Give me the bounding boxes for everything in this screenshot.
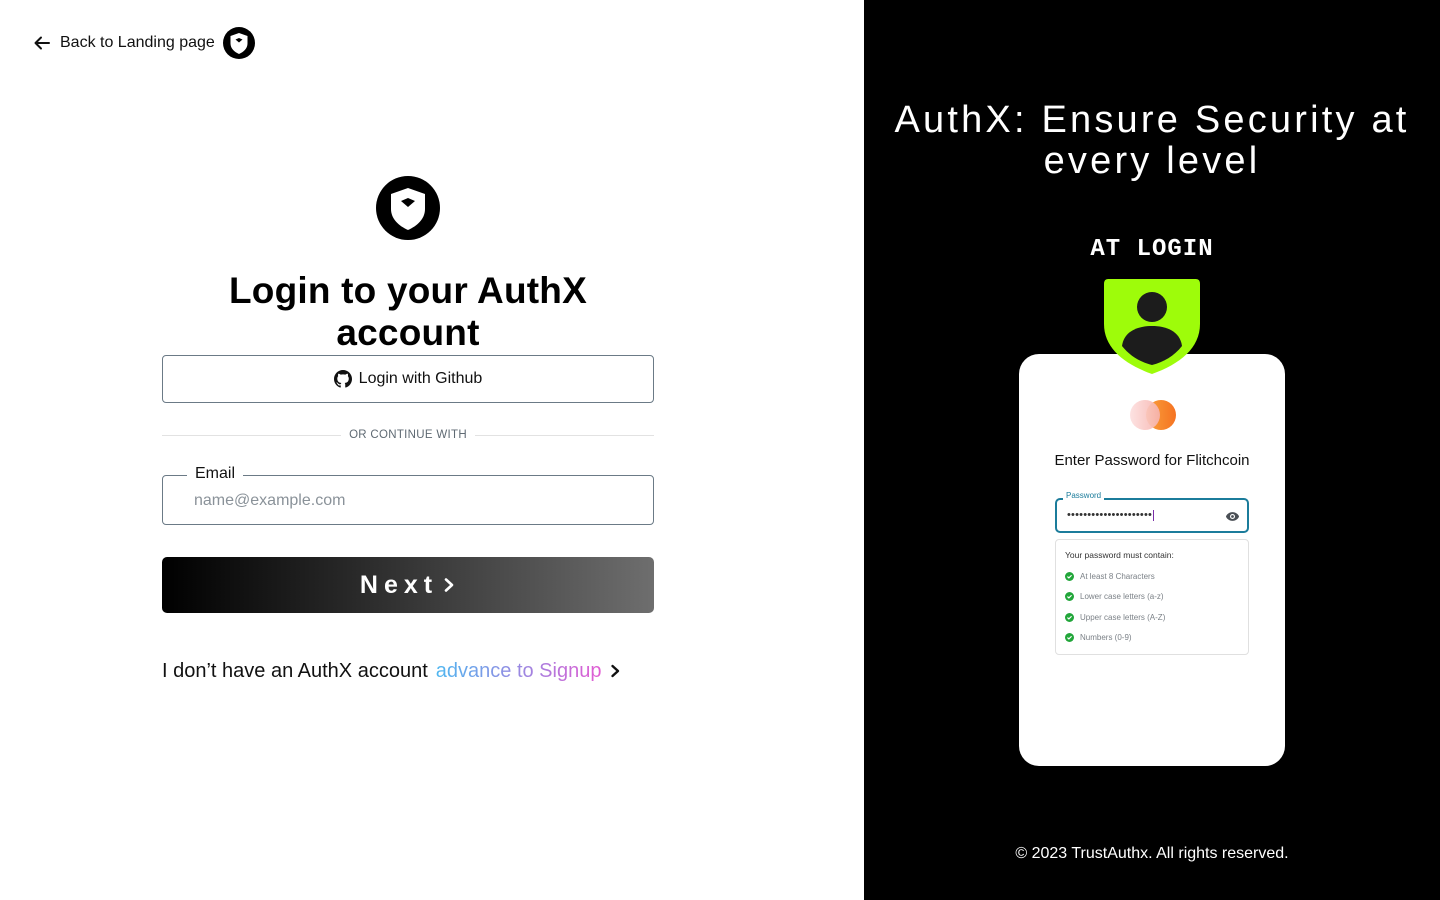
divider-line bbox=[474, 434, 654, 436]
coins-icon bbox=[1130, 400, 1176, 430]
github-icon bbox=[333, 370, 352, 388]
arrow-left-icon bbox=[32, 33, 52, 53]
divider-line bbox=[162, 434, 342, 436]
login-panel: Back to Landing page Login to your AuthX… bbox=[0, 0, 864, 900]
user-shield-icon bbox=[1104, 279, 1200, 374]
rule-item: Lower case letters (a-z) bbox=[1065, 590, 1164, 602]
email-input[interactable] bbox=[194, 490, 634, 512]
back-link-label: Back to Landing page bbox=[60, 34, 215, 51]
check-circle-icon bbox=[1065, 612, 1074, 622]
password-prompt: Enter Password for Flitchcoin bbox=[1054, 452, 1250, 469]
next-button-label: Next bbox=[359, 570, 439, 599]
rule-label: Lower case letters (a-z) bbox=[1080, 591, 1164, 601]
password-value: ••••••••••••••••••••• bbox=[1067, 509, 1155, 521]
password-field: Password ••••••••••••••••••••• bbox=[1055, 491, 1249, 533]
rules-heading: Your password must contain: bbox=[1065, 550, 1174, 560]
check-circle-icon bbox=[1065, 632, 1074, 642]
signup-row: I don’t have an AuthX account advance to… bbox=[162, 659, 621, 683]
divider-text: OR CONTINUE WITH bbox=[349, 429, 467, 441]
signup-prompt: I don’t have an AuthX account bbox=[162, 659, 428, 682]
github-button-label: Login with Github bbox=[358, 370, 483, 387]
password-label: Password bbox=[1063, 491, 1105, 500]
signup-link[interactable]: advance to Signup bbox=[436, 660, 602, 683]
authx-logo-icon bbox=[376, 176, 440, 240]
rule-item: Upper case letters (A-Z) bbox=[1065, 611, 1165, 623]
back-to-landing-link[interactable]: Back to Landing page bbox=[32, 27, 255, 59]
login-with-github-button[interactable]: Login with Github bbox=[162, 355, 654, 403]
rule-label: Upper case letters (A-Z) bbox=[1080, 612, 1166, 622]
rule-item: At least 8 Characters bbox=[1065, 570, 1155, 582]
rule-item: Numbers (0-9) bbox=[1065, 631, 1132, 643]
check-circle-icon bbox=[1065, 571, 1074, 581]
eye-icon bbox=[1225, 512, 1240, 521]
password-preview-card: Enter Password for Flitchcoin Password •… bbox=[1019, 354, 1285, 766]
rule-label: At least 8 Characters bbox=[1080, 571, 1155, 581]
promo-panel: AuthX: Ensure Security at every level AT… bbox=[864, 0, 1440, 900]
divider: OR CONTINUE WITH bbox=[162, 427, 654, 443]
chevron-right-icon[interactable] bbox=[609, 664, 621, 678]
authx-logo-icon bbox=[222, 27, 255, 59]
chevron-right-icon bbox=[444, 578, 454, 592]
email-field: Email bbox=[162, 465, 654, 525]
hero-title: AuthX: Ensure Security at every level bbox=[894, 99, 1410, 182]
rule-label: Numbers (0-9) bbox=[1080, 632, 1132, 642]
password-rules: Your password must contain: At least 8 C… bbox=[1055, 539, 1249, 655]
hero-subtitle: AT LOGIN bbox=[1090, 236, 1214, 263]
copyright-text: © 2023 TrustAuthx. All rights reserved. bbox=[1015, 845, 1289, 862]
email-label: Email bbox=[187, 465, 244, 483]
check-circle-icon bbox=[1065, 591, 1074, 601]
page-title: Login to your AuthX account bbox=[229, 270, 587, 353]
next-button[interactable]: Next bbox=[162, 557, 654, 613]
